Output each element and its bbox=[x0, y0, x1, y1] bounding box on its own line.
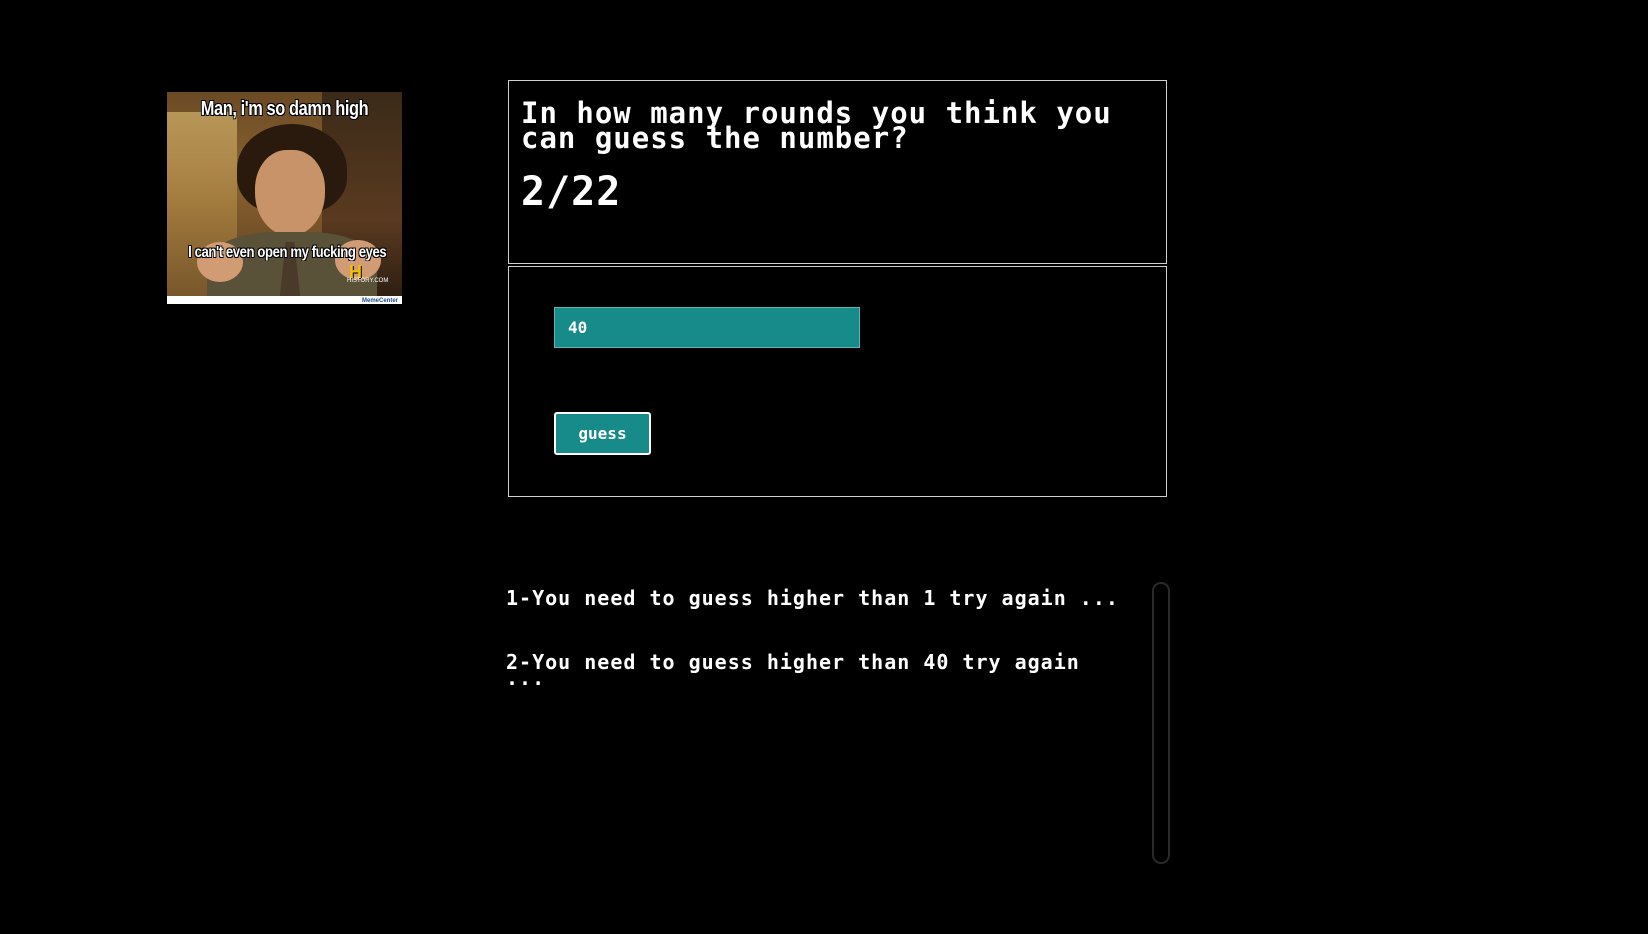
game-page: Man, i'm so damn high I can't even open … bbox=[0, 0, 1648, 934]
history-logo-text: HISTORY.COM bbox=[347, 278, 389, 284]
guess-input[interactable] bbox=[554, 307, 860, 348]
guess-panel: guess bbox=[508, 266, 1167, 497]
question-panel: In how many rounds you think you can gue… bbox=[508, 80, 1167, 264]
guess-button[interactable]: guess bbox=[554, 412, 651, 455]
history-item: 2-You need to guess higher than 40 try a… bbox=[506, 650, 1080, 690]
guess-history: 1-You need to guess higher than 1 try ag… bbox=[506, 586, 1126, 860]
meme-top-caption: Man, i'm so damn high bbox=[200, 98, 369, 120]
meme-footer-text: MemeCenter bbox=[361, 298, 398, 304]
round-counter: 2/22 bbox=[521, 169, 622, 215]
question-text: In how many rounds you think you can gue… bbox=[521, 96, 1112, 155]
meme-face bbox=[255, 150, 325, 236]
history-scrollbar[interactable] bbox=[1152, 582, 1170, 864]
history-item: 1-You need to guess higher than 1 try ag… bbox=[506, 586, 1119, 610]
meme-image: Man, i'm so damn high I can't even open … bbox=[167, 92, 402, 304]
meme-bottom-caption: I can't even open my fucking eyes bbox=[188, 244, 387, 261]
